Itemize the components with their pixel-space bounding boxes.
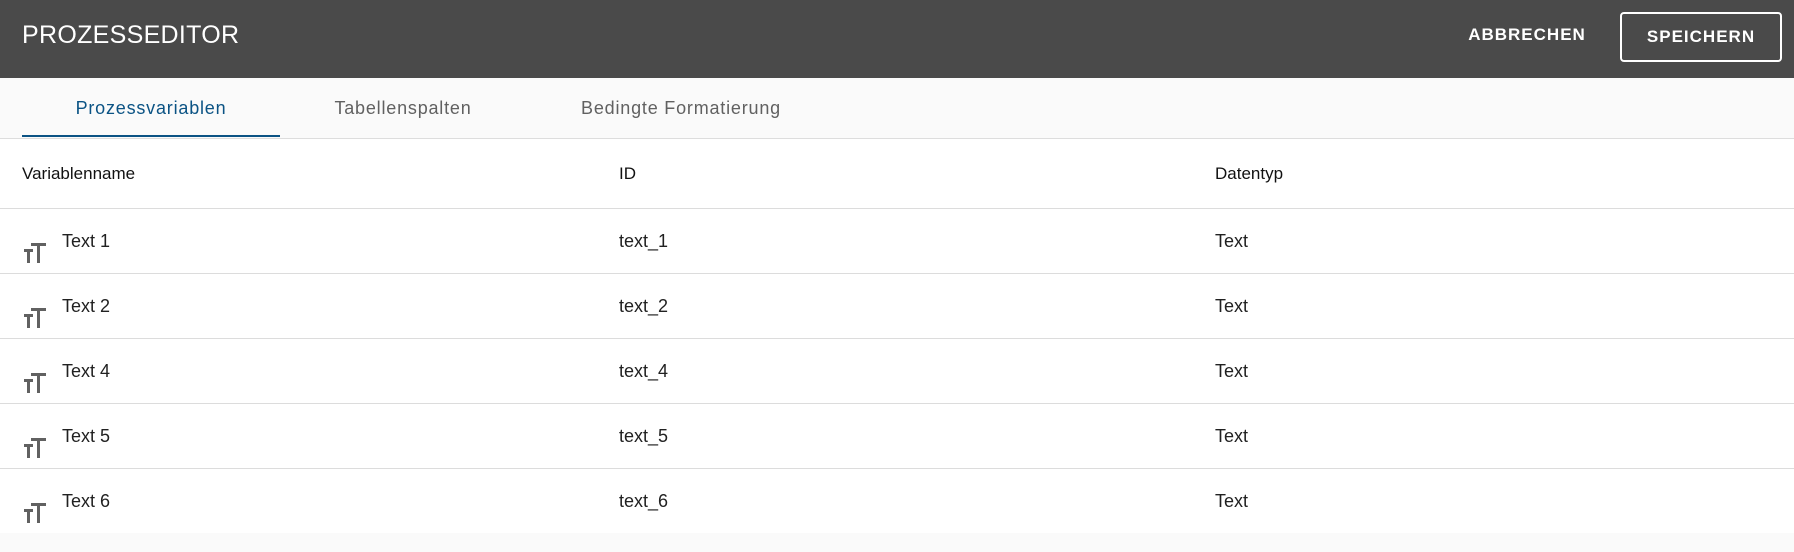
active-tab-indicator [22, 135, 280, 137]
save-button[interactable]: SPEICHERN [1620, 12, 1782, 62]
page-footer-space [0, 534, 1794, 551]
column-header-id[interactable]: ID [619, 139, 636, 208]
tab-bar: Prozessvariablen Tabellenspalten Bedingt… [0, 78, 1794, 139]
variable-type: Text [1215, 231, 1249, 251]
variable-type: Text [1215, 426, 1249, 446]
table-row[interactable]: Text 2 text_2 Text [0, 274, 1794, 339]
table-header: Variablenname ID Datentyp [0, 139, 1794, 209]
column-header-variablenname[interactable]: Variablenname [22, 139, 135, 208]
variable-id: text_1 [619, 231, 669, 251]
tab-tabellenspalten[interactable]: Tabellenspalten [290, 78, 516, 138]
variable-name: Text 6 [62, 491, 111, 511]
variable-name: Text 5 [62, 426, 111, 446]
variable-id: text_2 [619, 296, 669, 316]
variable-id: text_5 [619, 426, 669, 446]
variable-type: Text [1215, 361, 1249, 381]
variable-name-cell: Text 5 [22, 404, 110, 468]
variables-table: Variablenname ID Datentyp Text 1 text_1 … [0, 139, 1794, 533]
text-format-icon [22, 228, 48, 263]
variable-name-cell: Text 4 [22, 339, 110, 403]
text-format-icon [22, 423, 48, 458]
column-header-datentyp[interactable]: Datentyp [1215, 139, 1283, 208]
table-row[interactable]: Text 5 text_5 Text [0, 404, 1794, 469]
app-header: PROZESSEDITOR ABBRECHEN SPEICHERN [0, 0, 1794, 78]
table-row[interactable]: Text 1 text_1 Text [0, 209, 1794, 274]
variable-name: Text 2 [62, 296, 111, 316]
tab-bedingte-formatierung[interactable]: Bedingte Formatierung [560, 78, 802, 138]
variable-id: text_6 [619, 491, 669, 511]
variable-name-cell: Text 1 [22, 209, 110, 273]
variable-id: text_4 [619, 361, 669, 381]
variable-name: Text 1 [62, 231, 111, 251]
variable-name-cell: Text 6 [22, 469, 110, 533]
table-row[interactable]: Text 4 text_4 Text [0, 339, 1794, 404]
variable-name: Text 4 [62, 361, 111, 381]
cancel-button[interactable]: ABBRECHEN [1452, 15, 1602, 55]
variable-type: Text [1215, 491, 1249, 511]
page-title: PROZESSEDITOR [22, 21, 240, 49]
text-format-icon [22, 293, 48, 328]
variable-name-cell: Text 2 [22, 274, 110, 338]
text-format-icon [22, 358, 48, 393]
variable-type: Text [1215, 296, 1249, 316]
table-row[interactable]: Text 6 text_6 Text [0, 469, 1794, 533]
tab-prozessvariablen[interactable]: Prozessvariablen [22, 78, 280, 138]
text-format-icon [22, 488, 48, 523]
